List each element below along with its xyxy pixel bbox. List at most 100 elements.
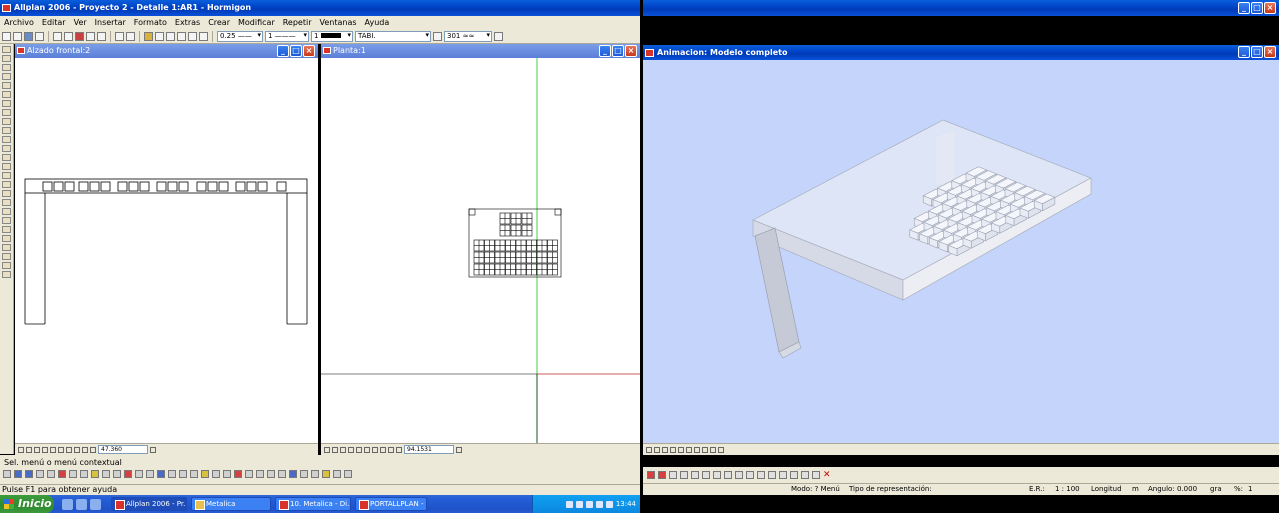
record-icon[interactable] bbox=[757, 471, 765, 479]
update-icon[interactable] bbox=[605, 500, 613, 508]
camera-icon[interactable] bbox=[702, 446, 708, 453]
print-preview-icon[interactable] bbox=[53, 31, 62, 41]
wall-tool-icon[interactable] bbox=[2, 91, 11, 98]
line-type-combo[interactable]: 1 ——— bbox=[265, 30, 309, 42]
dimension-tool-icon[interactable] bbox=[2, 55, 11, 62]
pen-thickness-combo[interactable]: 0.25 —— bbox=[217, 30, 263, 42]
animation-window[interactable]: Animacion: Modelo completo _ □ × bbox=[643, 45, 1279, 455]
redo-icon[interactable] bbox=[126, 31, 135, 41]
stretch-tool-icon[interactable] bbox=[2, 226, 11, 233]
new-file-icon[interactable] bbox=[2, 31, 11, 41]
slab-tool-icon[interactable] bbox=[2, 100, 11, 107]
material-icon[interactable] bbox=[669, 471, 677, 479]
language-icon[interactable] bbox=[595, 500, 603, 508]
line-tool-icon[interactable] bbox=[2, 64, 11, 71]
settings-icon[interactable] bbox=[456, 446, 462, 453]
trim-tool-icon[interactable] bbox=[2, 244, 11, 251]
plan-coord-field[interactable]: 94.1531 bbox=[404, 445, 454, 454]
stair-icon[interactable] bbox=[91, 470, 99, 478]
menu-repetir[interactable]: Repetir bbox=[279, 18, 316, 27]
opening-tool-icon[interactable] bbox=[2, 127, 11, 134]
section-icon[interactable] bbox=[179, 470, 187, 478]
roof-icon[interactable] bbox=[102, 470, 110, 478]
zoom-window-icon[interactable] bbox=[332, 446, 338, 453]
menu-formato[interactable]: Formato bbox=[130, 18, 171, 27]
fillet-tool-icon[interactable] bbox=[2, 253, 11, 260]
stair-tool-icon[interactable] bbox=[2, 136, 11, 143]
pattern-combo[interactable]: 301 ≈≈ bbox=[444, 30, 492, 42]
network-icon[interactable] bbox=[565, 500, 573, 508]
fill-icon[interactable] bbox=[223, 470, 231, 478]
pattern-settings-icon[interactable] bbox=[494, 31, 503, 41]
regenerate-icon[interactable] bbox=[364, 446, 370, 453]
export-video-icon[interactable] bbox=[790, 471, 798, 479]
previous-view-icon[interactable] bbox=[82, 446, 88, 453]
save-icon[interactable] bbox=[24, 31, 33, 41]
zoom-out-icon[interactable] bbox=[678, 446, 684, 453]
zoom-all-icon[interactable] bbox=[18, 446, 24, 453]
move-tool-icon[interactable] bbox=[2, 181, 11, 188]
camera-path-icon[interactable] bbox=[691, 471, 699, 479]
line-icon[interactable] bbox=[3, 470, 11, 478]
shadow-icon[interactable] bbox=[735, 471, 743, 479]
copy-tool-icon[interactable] bbox=[2, 190, 11, 197]
scale-value[interactable]: 1 : 100 bbox=[1055, 484, 1080, 495]
report-icon[interactable] bbox=[322, 470, 330, 478]
light-icon[interactable] bbox=[658, 471, 666, 479]
plan-viewport[interactable]: Planta:1 _ □ × 94.1531 bbox=[321, 44, 640, 455]
opening-icon[interactable] bbox=[58, 470, 66, 478]
symbol-icon[interactable] bbox=[234, 470, 242, 478]
settings-icon[interactable] bbox=[718, 446, 724, 453]
layer-combo[interactable]: TABI. bbox=[355, 30, 431, 42]
zoom-in-icon[interactable] bbox=[670, 446, 676, 453]
export-icon[interactable] bbox=[64, 31, 73, 41]
media-player-icon[interactable] bbox=[90, 498, 101, 510]
front-maximize-button[interactable]: □ bbox=[290, 45, 302, 57]
zoom-all-icon[interactable] bbox=[646, 446, 652, 453]
text-tool-icon[interactable] bbox=[2, 46, 11, 53]
previous-view-icon[interactable] bbox=[710, 446, 716, 453]
delete-tool-icon[interactable] bbox=[2, 82, 11, 89]
measure-tool-icon[interactable] bbox=[2, 163, 11, 170]
stop-icon[interactable] bbox=[779, 471, 787, 479]
rotate-tool-icon[interactable] bbox=[2, 208, 11, 215]
select-tool-icon[interactable] bbox=[2, 172, 11, 179]
beam-tool-icon[interactable] bbox=[2, 118, 11, 125]
plan-maximize-button[interactable]: □ bbox=[612, 45, 624, 57]
front-minimize-button[interactable]: _ bbox=[277, 45, 289, 57]
next-view-icon[interactable] bbox=[90, 446, 96, 453]
zoom-in-icon[interactable] bbox=[348, 446, 354, 453]
grid-icon[interactable] bbox=[177, 31, 186, 41]
previous-view-icon[interactable] bbox=[388, 446, 394, 453]
sun-icon[interactable] bbox=[724, 471, 732, 479]
layer-icon[interactable] bbox=[144, 31, 153, 41]
cut-icon[interactable] bbox=[75, 31, 84, 41]
zoom-out-icon[interactable] bbox=[356, 446, 362, 453]
fly-icon[interactable] bbox=[713, 471, 721, 479]
rebar-icon[interactable] bbox=[124, 470, 132, 478]
start-button[interactable]: Inicio bbox=[0, 495, 54, 513]
minimize-button[interactable]: _ bbox=[1238, 2, 1250, 14]
pattern-icon[interactable] bbox=[212, 470, 220, 478]
next-view-icon[interactable] bbox=[396, 446, 402, 453]
menu-ayuda[interactable]: Ayuda bbox=[361, 18, 394, 27]
window-icon[interactable] bbox=[812, 471, 820, 479]
hatch-icon[interactable] bbox=[201, 470, 209, 478]
menu-crear[interactable]: Crear bbox=[204, 18, 234, 27]
layer-settings-icon[interactable] bbox=[433, 31, 442, 41]
surface-icon[interactable] bbox=[157, 470, 165, 478]
plan-minimize-button[interactable]: _ bbox=[599, 45, 611, 57]
camera-icon[interactable] bbox=[74, 446, 80, 453]
snap-icon[interactable] bbox=[188, 31, 197, 41]
task-metalica-document[interactable]: 10. Metalica - Di... bbox=[275, 497, 351, 511]
paste-icon[interactable] bbox=[97, 31, 106, 41]
wall-icon[interactable] bbox=[14, 470, 22, 478]
beam-icon[interactable] bbox=[36, 470, 44, 478]
task-allplan[interactable]: Allplan 2006 - Pr... bbox=[111, 497, 187, 511]
list-icon[interactable] bbox=[311, 470, 319, 478]
render-icon[interactable] bbox=[647, 471, 655, 479]
properties-icon[interactable] bbox=[155, 31, 164, 41]
mirror-tool-icon[interactable] bbox=[2, 217, 11, 224]
texture-icon[interactable] bbox=[680, 471, 688, 479]
front-close-button[interactable]: × bbox=[303, 45, 315, 57]
